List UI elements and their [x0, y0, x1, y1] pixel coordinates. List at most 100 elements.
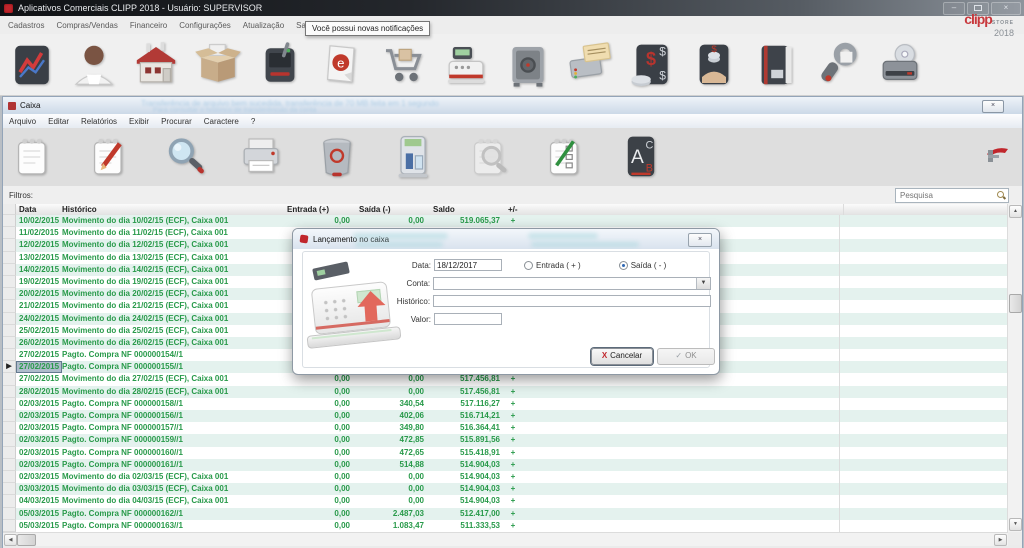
cell-saldo[interactable]: 514.904,03: [428, 471, 504, 483]
search-input[interactable]: [898, 189, 998, 202]
cell-filler[interactable]: [840, 373, 1008, 385]
nfe-document-icon[interactable]: e: [318, 41, 366, 89]
table-row[interactable]: 10/02/2015Movimento do dia 10/02/15 (ECF…: [3, 215, 1008, 227]
row-selector-cell[interactable]: [3, 215, 16, 227]
caixa-menu-item-?[interactable]: ?: [245, 117, 261, 126]
cell-entrada[interactable]: 0,00: [282, 520, 354, 532]
stats-chart-icon[interactable]: [8, 41, 56, 89]
cell-saida[interactable]: 0,00: [354, 386, 428, 398]
view-record-icon[interactable]: [161, 133, 209, 181]
cell-entrada[interactable]: 0,00: [282, 373, 354, 385]
row-selector-cell[interactable]: [3, 520, 16, 532]
menu-item-configuraes[interactable]: Configurações: [173, 21, 237, 30]
cell-historico[interactable]: Movimento do dia 11/02/15 (ECF), Caixa 0…: [62, 227, 282, 239]
cell-historico[interactable]: Movimento do dia 20/02/15 (ECF), Caixa 0…: [62, 288, 282, 300]
edit-record-icon[interactable]: [85, 133, 133, 181]
combo-dropdown-icon[interactable]: ▼: [696, 278, 710, 289]
cell-spacer[interactable]: [522, 373, 840, 385]
cell-data[interactable]: 28/02/2015: [16, 386, 62, 398]
cell-filler[interactable]: [840, 313, 1008, 325]
horizontal-scroll-thumb[interactable]: [17, 534, 36, 546]
cell-saldo[interactable]: 515.418,91: [428, 447, 504, 459]
cell-entrada[interactable]: 0,00: [282, 434, 354, 446]
row-selector-cell[interactable]: [3, 447, 16, 459]
cell-historico[interactable]: Movimento do dia 04/03/15 (ECF), Caixa 0…: [62, 495, 282, 507]
cell-data[interactable]: 27/02/2015: [16, 361, 62, 373]
cell-saida[interactable]: 349,80: [354, 422, 428, 434]
cell-filler[interactable]: [840, 361, 1008, 373]
cell-filler[interactable]: [840, 288, 1008, 300]
cell-spacer[interactable]: [522, 447, 840, 459]
cell-sign[interactable]: +: [504, 520, 522, 532]
caixa-menu-item-caractere[interactable]: Caractere: [198, 117, 245, 126]
row-selector-cell[interactable]: [3, 313, 16, 325]
cell-historico[interactable]: Pagto. Compra NF 000000162//1: [62, 508, 282, 520]
cell-historico[interactable]: Pagto. Compra NF 000000163//1: [62, 520, 282, 532]
cell-spacer[interactable]: [522, 471, 840, 483]
cell-data[interactable]: 14/02/2015: [16, 264, 62, 276]
entrada-radio-dot[interactable]: [524, 261, 533, 270]
row-selector-cell[interactable]: [3, 252, 16, 264]
cell-data[interactable]: 02/03/2015: [16, 434, 62, 446]
column-header-historico[interactable]: Histórico: [62, 204, 282, 215]
cell-historico[interactable]: Movimento do dia 28/02/15 (ECF), Caixa 0…: [62, 386, 282, 398]
table-row[interactable]: 28/02/2015Movimento do dia 28/02/15 (ECF…: [3, 386, 1008, 398]
clients-icon[interactable]: [70, 41, 118, 89]
cell-data[interactable]: 02/03/2015: [16, 471, 62, 483]
cell-historico[interactable]: Pagto. Compra NF 000000159//1: [62, 434, 282, 446]
pos-terminal-icon[interactable]: [256, 41, 304, 89]
row-selector-cell[interactable]: [3, 508, 16, 520]
cell-historico[interactable]: Movimento do dia 27/02/15 (ECF), Caixa 0…: [62, 373, 282, 385]
cell-historico[interactable]: Pagto. Compra NF 000000161//1: [62, 459, 282, 471]
cell-entrada[interactable]: 0,00: [282, 422, 354, 434]
cell-saida[interactable]: 0,00: [354, 215, 428, 227]
cell-filler[interactable]: [840, 447, 1008, 459]
table-row[interactable]: 02/03/2015Pagto. Compra NF 000000158//10…: [3, 398, 1008, 410]
cell-sign[interactable]: +: [504, 434, 522, 446]
table-row[interactable]: 02/03/2015Pagto. Compra NF 000000160//10…: [3, 447, 1008, 459]
cell-filler[interactable]: [840, 349, 1008, 361]
cell-data[interactable]: 05/03/2015: [16, 520, 62, 532]
caixa-close-button[interactable]: ×: [982, 100, 1004, 113]
purge-records-icon[interactable]: [389, 133, 437, 181]
saida-radio[interactable]: Saída ( - ): [619, 261, 667, 270]
cell-saida[interactable]: 0,00: [354, 495, 428, 507]
cell-historico[interactable]: Movimento do dia 19/02/15 (ECF), Caixa 0…: [62, 276, 282, 288]
cell-data[interactable]: 02/03/2015: [16, 447, 62, 459]
cell-entrada[interactable]: 0,00: [282, 386, 354, 398]
check-printing-icon[interactable]: [566, 41, 614, 89]
table-row[interactable]: 02/03/2015Pagto. Compra NF 000000156//10…: [3, 410, 1008, 422]
cell-historico[interactable]: Movimento do dia 12/02/15 (ECF), Caixa 0…: [62, 239, 282, 251]
cell-filler[interactable]: [840, 325, 1008, 337]
cell-sign[interactable]: +: [504, 495, 522, 507]
cell-saldo[interactable]: 517.116,27: [428, 398, 504, 410]
scroll-up-button[interactable]: ▲: [1009, 205, 1022, 218]
table-row[interactable]: 02/03/2015Pagto. Compra NF 000000159//10…: [3, 434, 1008, 446]
cell-filler[interactable]: [840, 398, 1008, 410]
cell-entrada[interactable]: 0,00: [282, 459, 354, 471]
receivables-icon[interactable]: $: [690, 41, 738, 89]
cell-saldo[interactable]: 517.456,81: [428, 373, 504, 385]
cell-data[interactable]: 21/02/2015: [16, 300, 62, 312]
cell-historico[interactable]: Movimento do dia 21/02/15 (ECF), Caixa 0…: [62, 300, 282, 312]
cell-saldo[interactable]: 515.891,56: [428, 434, 504, 446]
row-selector-cell[interactable]: [3, 325, 16, 337]
cell-saldo[interactable]: 514.904,03: [428, 459, 504, 471]
cell-historico[interactable]: Pagto. Compra NF 000000154//1: [62, 349, 282, 361]
row-selector-cell[interactable]: [3, 434, 16, 446]
cell-saldo[interactable]: 512.417,00: [428, 508, 504, 520]
cell-filler[interactable]: [840, 483, 1008, 495]
row-selector-cell[interactable]: [3, 300, 16, 312]
cell-filler[interactable]: [840, 422, 1008, 434]
row-selector-cell[interactable]: [3, 276, 16, 288]
safe-vault-icon[interactable]: [504, 41, 552, 89]
select-records-icon[interactable]: [541, 133, 589, 181]
table-row[interactable]: 03/03/2015Movimento do dia 03/03/15 (ECF…: [3, 483, 1008, 495]
cell-sign[interactable]: +: [504, 410, 522, 422]
cell-filler[interactable]: [840, 239, 1008, 251]
search-icon[interactable]: [996, 190, 1006, 200]
saida-radio-dot[interactable]: [619, 261, 628, 270]
row-selector-cell[interactable]: [3, 349, 16, 361]
cell-filler[interactable]: [840, 386, 1008, 398]
cell-filler[interactable]: [840, 215, 1008, 227]
